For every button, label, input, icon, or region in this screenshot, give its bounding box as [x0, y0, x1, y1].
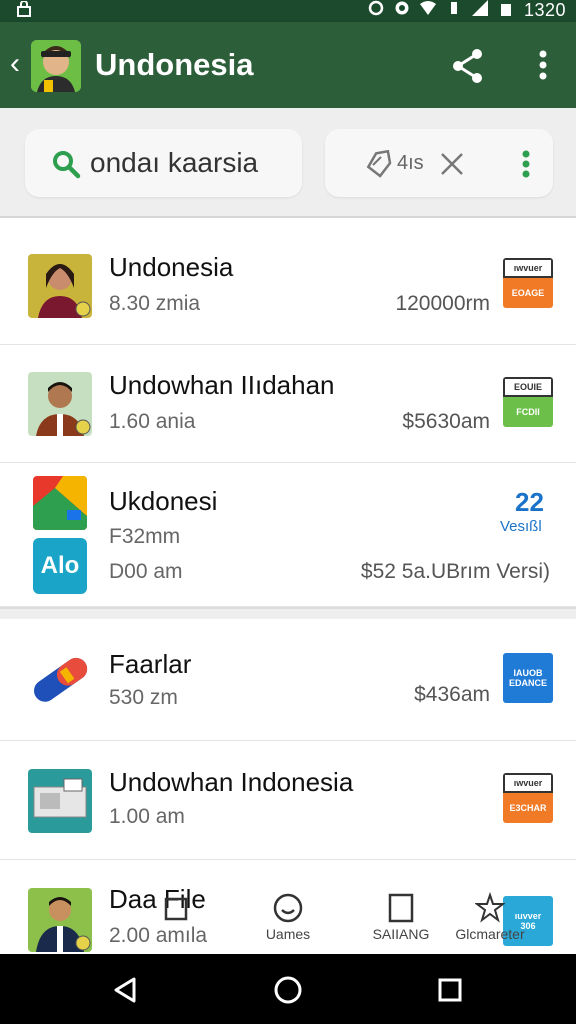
filter-more-icon[interactable]: [519, 149, 533, 179]
item-amount: $436am: [414, 683, 490, 706]
alarm-icon: [394, 0, 410, 21]
list-item[interactable]: Undonesia 8.30 zmia 120000rm ıwvuer EOAG…: [0, 220, 576, 345]
item-thumbnail: [28, 888, 92, 952]
version-label: Vesıßl: [500, 518, 542, 535]
item-badge: IAUOB EDANCE: [503, 653, 553, 703]
badge-bottom: EDANCE: [508, 678, 547, 688]
wifi-icon: [419, 0, 436, 21]
home-icon[interactable]: [271, 973, 305, 1007]
maps-app-icon: [33, 476, 87, 530]
version-number: 22: [515, 487, 544, 517]
item-thumbnail: [28, 254, 92, 318]
list-item[interactable]: Faarlar 530 zm $436am IAUOB EDANCE: [0, 619, 576, 741]
badge-top: ıwvuer: [503, 258, 553, 278]
square-icon: [164, 897, 188, 921]
item-title: Undonesia: [109, 252, 234, 282]
badge-top: IAUOB: [513, 668, 543, 678]
item-title: Undowhan Indonesia: [109, 767, 354, 797]
share-icon[interactable]: [448, 46, 488, 86]
alo-app-icon: Alo: [33, 538, 87, 594]
back-icon[interactable]: [108, 973, 142, 1007]
app-screen: 1320 ‹ Undonesia ondaı kaarsia 4ıs Undon…: [0, 0, 576, 1024]
badge-bottom: EOAGE: [503, 278, 553, 308]
item-title: Ukdonesi: [109, 486, 218, 516]
item-title: Faarlar: [109, 649, 192, 679]
item-amount: 120000rm: [395, 292, 490, 315]
item-amount: $52 5a.UBrım Versi): [360, 560, 550, 583]
tab-label: Uames: [265, 926, 311, 942]
badge-top: EOUIE: [503, 377, 553, 397]
battery-icon: [498, 0, 514, 21]
back-button[interactable]: ‹: [10, 49, 30, 80]
badge-top: ıwvuer: [503, 773, 553, 793]
badge-bottom: FCDII: [503, 397, 553, 427]
item-subtitle: 1.00 am: [109, 805, 185, 828]
section-divider: [0, 607, 576, 619]
tab-saving[interactable]: SAIIANG: [368, 892, 434, 942]
item-subtitle: 530 zm: [109, 686, 178, 709]
item-subtitle: 1.60 ania: [109, 410, 196, 433]
list-item[interactable]: Undowhan IIıdahan 1.60 ania $5630am EOUI…: [0, 345, 576, 463]
filter-chip[interactable]: 4ıs: [325, 129, 553, 197]
vibrate-icon: [446, 0, 462, 21]
tab-label: Glcmareter: [455, 926, 525, 942]
item-badge: EOUIE FCDII: [503, 377, 553, 427]
status-bar: 1320: [0, 0, 576, 22]
list-item[interactable]: Alo Ukdonesi F32mm D00 am $52 5a.UBrım V…: [0, 463, 576, 607]
search-box[interactable]: [25, 129, 302, 197]
recents-icon[interactable]: [433, 973, 467, 1007]
data-saver-icon: [368, 0, 384, 21]
item-badge: ıwvuer E3CHAR: [503, 773, 553, 823]
more-vert-icon[interactable]: [528, 46, 558, 86]
tab-games[interactable]: Uames: [258, 892, 318, 942]
notification-lock-icon: [16, 1, 32, 22]
filter-label: 4ıs: [397, 152, 424, 174]
status-time: 1320: [523, 0, 566, 20]
item-subtitle: 8.30 zmia: [109, 292, 201, 315]
badge-bottom: E3CHAR: [503, 793, 553, 823]
search-area: 4ıs: [0, 108, 576, 218]
item-thumbnail: [28, 769, 92, 833]
avatar[interactable]: [31, 40, 81, 92]
item-thumbnail: [28, 372, 92, 436]
tag-icon: [365, 149, 393, 178]
item-subtitle-2: D00 am: [109, 560, 183, 583]
star-icon: [475, 892, 505, 923]
close-icon[interactable]: [439, 151, 465, 177]
tab-home[interactable]: [163, 896, 189, 924]
search-icon: [51, 149, 81, 179]
smile-icon: [273, 893, 303, 923]
page-title: Undonesia: [95, 47, 254, 82]
system-nav-bar: [0, 954, 576, 1024]
item-title: Undowhan IIıdahan: [109, 370, 335, 400]
item-amount: $5630am: [402, 410, 490, 433]
item-thumbnail: [28, 647, 92, 711]
item-subtitle: 2.00 amıla: [109, 924, 208, 947]
signal-icon: [471, 0, 488, 21]
app-bar: ‹ Undonesia: [0, 22, 576, 108]
item-subtitle: F32mm: [109, 525, 181, 548]
tab-glcmareter[interactable]: Glcmareter: [446, 892, 534, 942]
search-input[interactable]: [90, 143, 295, 183]
square-icon: [388, 893, 414, 923]
list-item[interactable]: Undowhan Indonesia 1.00 am ıwvuer E3CHAR: [0, 741, 576, 860]
item-title: Daa File: [109, 884, 206, 914]
item-badge: ıwvuer EOAGE: [503, 258, 553, 308]
tab-label: SAIIANG: [372, 926, 430, 942]
